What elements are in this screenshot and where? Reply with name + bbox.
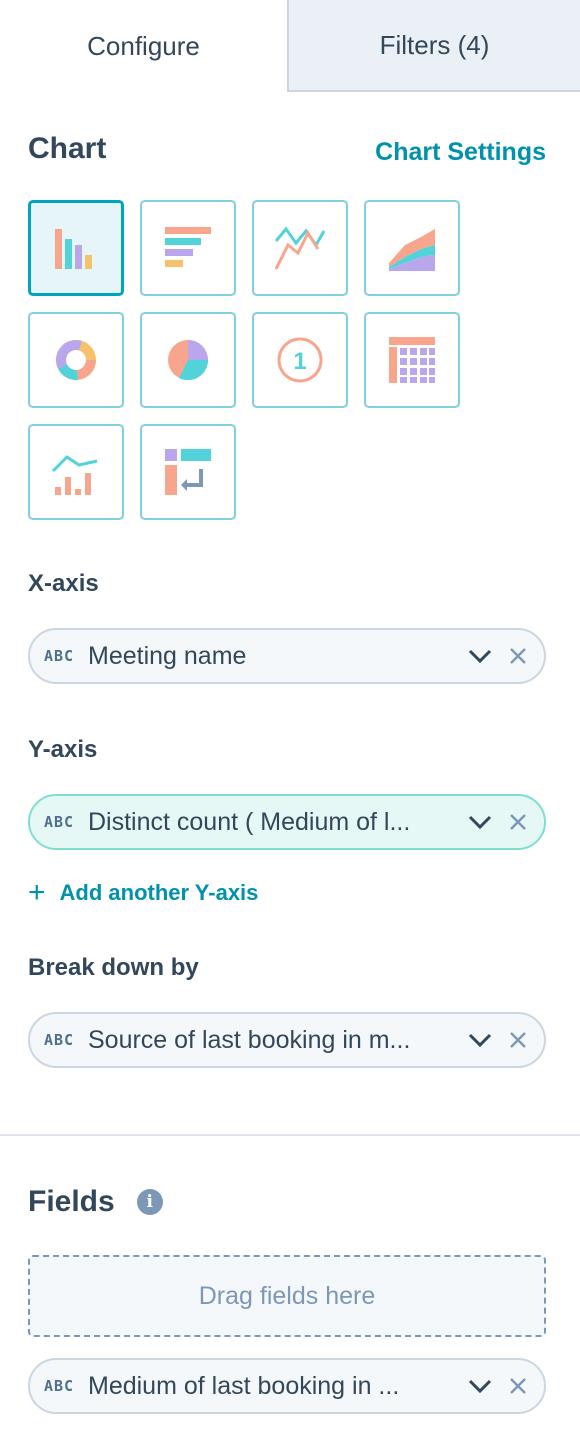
close-icon[interactable] <box>498 1368 538 1404</box>
y-axis-field-pill[interactable]: ABC Distinct count ( Medium of l... <box>28 794 546 850</box>
table-chart-icon <box>165 449 211 495</box>
chart-type-summary-button[interactable]: 1 <box>252 312 348 408</box>
fields-dropzone[interactable]: Drag fields here <box>28 1255 546 1337</box>
chart-settings-link[interactable]: Chart Settings <box>375 138 546 167</box>
x-axis-field-name: Meeting name <box>88 641 247 670</box>
section-divider <box>0 1134 580 1136</box>
fields-title-text: Fields <box>28 1185 115 1218</box>
svg-text:1: 1 <box>293 348 306 375</box>
break-down-field-name: Source of last booking in m... <box>88 1025 411 1054</box>
donut-chart-icon <box>56 340 96 380</box>
tab-bar: Configure Filters (4) <box>0 0 580 92</box>
text-type-badge: ABC <box>44 1377 75 1395</box>
chart-section-title: Chart <box>28 132 107 165</box>
chart-type-line-button[interactable] <box>252 200 348 296</box>
close-icon[interactable] <box>498 1022 538 1058</box>
chart-type-horizontal-bar-button[interactable] <box>140 200 236 296</box>
add-y-axis-link[interactable]: + Add another Y-axis <box>28 878 258 908</box>
text-type-badge: ABC <box>44 1031 75 1049</box>
tab-filters[interactable]: Filters (4) <box>287 0 580 92</box>
text-type-badge: ABC <box>44 647 75 665</box>
field-name: Medium of last booking in ... <box>88 1371 400 1400</box>
break-down-label: Break down by <box>28 954 199 981</box>
tab-configure[interactable]: Configure <box>0 0 287 92</box>
pivot-table-icon <box>389 337 435 383</box>
horizontal-bar-chart-icon <box>165 227 211 267</box>
vertical-bar-chart-icon <box>55 229 92 269</box>
single-value-icon: 1 <box>277 337 323 383</box>
chart-type-pivot-table-button[interactable] <box>364 312 460 408</box>
field-pill[interactable]: ABC Medium of last booking in ... <box>28 1358 546 1414</box>
break-down-field-pill[interactable]: ABC Source of last booking in m... <box>28 1012 546 1068</box>
x-axis-field-pill[interactable]: ABC Meeting name <box>28 628 546 684</box>
pie-chart-icon <box>168 340 209 381</box>
chart-type-area-button[interactable] <box>364 200 460 296</box>
fields-section-title: Fields i <box>28 1185 163 1219</box>
close-icon[interactable] <box>498 638 538 674</box>
chevron-down-icon[interactable] <box>462 1022 498 1058</box>
chart-type-pie-button[interactable] <box>140 312 236 408</box>
chart-type-vertical-bar-button[interactable] <box>28 200 124 296</box>
line-chart-icon <box>274 226 326 270</box>
text-type-badge: ABC <box>44 813 75 831</box>
close-icon[interactable] <box>498 804 538 840</box>
chart-type-donut-button[interactable] <box>28 312 124 408</box>
info-icon[interactable]: i <box>136 1189 163 1215</box>
chart-type-table-button[interactable] <box>140 424 236 520</box>
chevron-down-icon[interactable] <box>462 638 498 674</box>
add-y-axis-label: Add another Y-axis <box>59 880 259 905</box>
x-axis-label: X-axis <box>28 570 99 597</box>
plus-icon: + <box>28 876 46 909</box>
area-chart-icon <box>389 229 435 271</box>
y-axis-label: Y-axis <box>28 736 98 763</box>
chevron-down-icon[interactable] <box>462 1368 498 1404</box>
chart-type-combination-button[interactable] <box>28 424 124 520</box>
y-axis-field-name: Distinct count ( Medium of l... <box>88 807 411 836</box>
chevron-down-icon[interactable] <box>462 804 498 840</box>
combination-chart-icon <box>51 455 98 495</box>
